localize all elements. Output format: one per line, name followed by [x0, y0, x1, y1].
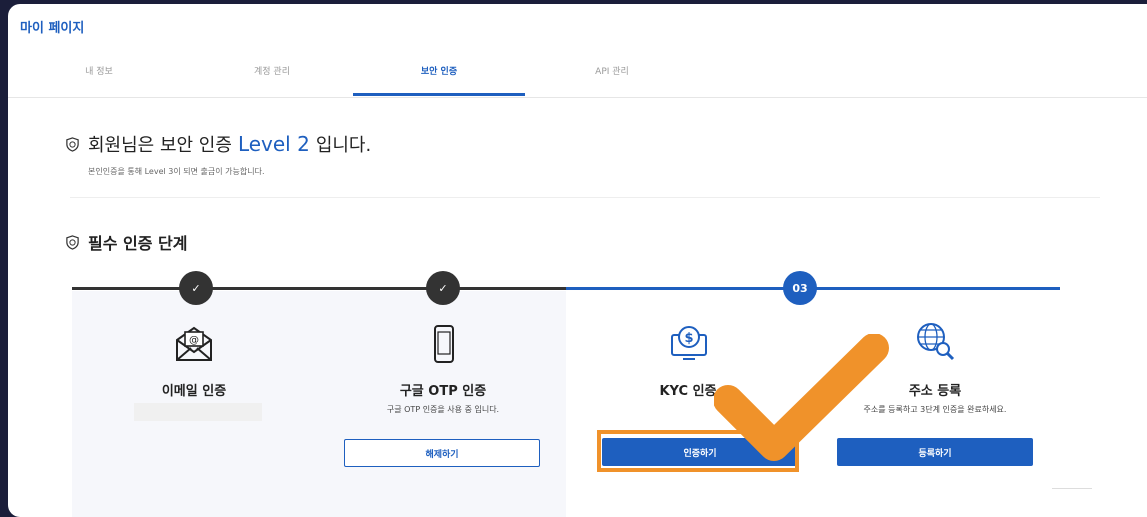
globe-search-icon	[917, 323, 955, 361]
shield-icon	[66, 234, 79, 250]
step-otp-description: 구글 OTP 인증을 사용 중 입니다.	[386, 405, 500, 414]
level-subtext: 본인인증을 통해 Level 3이 되면 출금이 가능합니다.	[88, 167, 265, 176]
tab-bar: 내 정보 계정 관리 보안 인증 API 관리	[8, 60, 1147, 98]
step-1-check-marker: ✓	[179, 271, 213, 305]
tab-my-info[interactable]: 내 정보	[13, 60, 185, 95]
svg-text:$: $	[684, 331, 693, 346]
shield-icon	[66, 136, 79, 152]
step-address-description: 주소를 등록하고 3단계 인증을 완료하세요.	[863, 405, 1007, 414]
step-email-label: 이메일 인증	[161, 384, 227, 399]
tab-account-management[interactable]: 계정 관리	[186, 60, 358, 95]
security-level-heading: 회원님은 보안 인증 Level 2 입니다.	[65, 131, 371, 157]
mobile-phone-icon	[434, 325, 454, 363]
progress-line-completed	[72, 287, 566, 290]
steps-section-title: 필수 인증 단계	[88, 234, 188, 253]
kyc-monitor-icon: $	[671, 326, 707, 360]
kyc-verify-button[interactable]: 인증하기	[602, 438, 798, 466]
step-kyc-label: KYC 인증	[659, 384, 717, 399]
page-title: 마이 페이지	[20, 21, 85, 36]
divider	[70, 197, 1100, 198]
email-envelope-icon: @	[176, 326, 212, 361]
step-3-number-marker: 03	[783, 271, 817, 305]
level-suffix: 입니다.	[315, 135, 372, 156]
my-page-frame: 마이 페이지 내 정보 계정 관리 보안 인증 API 관리 회원님은 보안 인…	[8, 4, 1147, 517]
svg-text:@: @	[189, 335, 199, 346]
level-prefix: 회원님은 보안 인증	[88, 135, 232, 156]
tab-api-management[interactable]: API 관리	[526, 60, 698, 95]
tab-security-verification[interactable]: 보안 인증	[353, 60, 525, 96]
step-2-check-marker: ✓	[426, 271, 460, 305]
steps-section-heading: 필수 인증 단계	[65, 230, 187, 254]
divider	[1052, 488, 1092, 489]
address-register-button[interactable]: 등록하기	[837, 438, 1033, 466]
email-value-placeholder	[134, 403, 262, 421]
otp-disable-button[interactable]: 해제하기	[344, 439, 540, 467]
step-otp-label: 구글 OTP 인증	[399, 384, 487, 399]
step-address-label: 주소 등록	[908, 384, 962, 399]
level-value: Level 2	[237, 132, 310, 156]
